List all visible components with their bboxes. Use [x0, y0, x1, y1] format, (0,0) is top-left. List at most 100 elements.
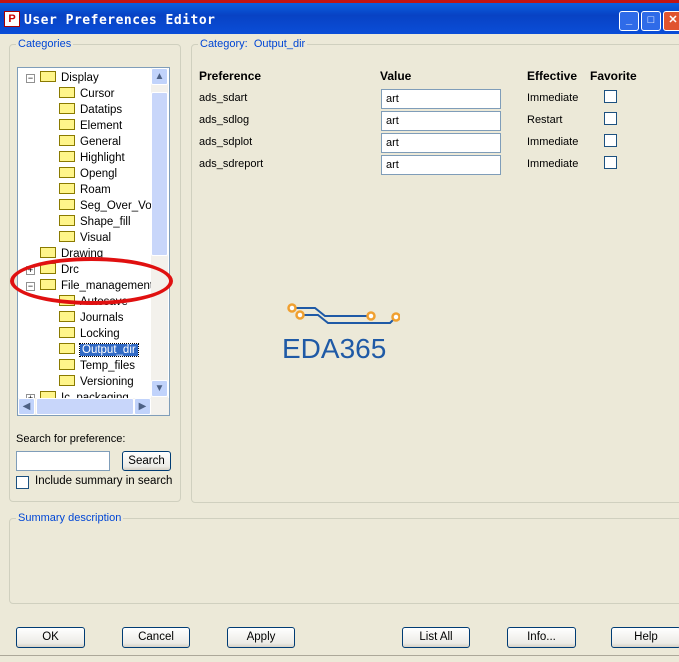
folder-icon	[59, 375, 75, 387]
value-input[interactable]	[381, 155, 501, 175]
folder-icon	[59, 311, 75, 323]
tree-node-label: Element	[80, 120, 123, 132]
tree-node[interactable]: Element	[59, 118, 122, 134]
tree-node-label: Seg_Over_Voi	[80, 200, 155, 212]
folder-icon	[59, 135, 75, 147]
tree-node[interactable]: Opengl	[59, 166, 117, 182]
tree-horizontal-scrollbar[interactable]: ◀ ▶	[18, 398, 169, 415]
tree-node[interactable]: Output_dir	[59, 342, 139, 358]
ok-button[interactable]: OK	[16, 627, 85, 648]
folder-icon	[59, 199, 75, 211]
close-button[interactable]: ✕	[663, 11, 679, 31]
tree-node-label: Display	[61, 72, 99, 84]
tree-node-label: Datatips	[80, 104, 123, 116]
preference-name: ads_sdlog	[199, 114, 250, 126]
hscroll-thumb[interactable]	[36, 398, 134, 415]
category-prefix: Category:	[200, 38, 248, 50]
tree-node[interactable]: Locking	[59, 326, 120, 342]
effective-value: Immediate	[527, 92, 579, 104]
column-header-value: Value	[380, 69, 412, 83]
value-input[interactable]	[381, 89, 501, 109]
tree-node-label: General	[80, 136, 121, 148]
category-title: Category: Output_dir	[198, 38, 308, 50]
folder-icon	[59, 343, 75, 355]
tree-node[interactable]: Journals	[59, 310, 123, 326]
tree-node-label: Cursor	[80, 88, 115, 100]
tree-node[interactable]: Datatips	[59, 102, 122, 118]
tree-node[interactable]: − Display	[26, 70, 99, 86]
favorite-checkbox[interactable]	[604, 134, 617, 147]
column-header-preference: Preference	[199, 69, 262, 83]
scroll-up-button[interactable]: ▲	[151, 68, 168, 85]
folder-icon	[59, 359, 75, 371]
scroll-left-button[interactable]: ◀	[18, 398, 35, 415]
tree-node[interactable]: Highlight	[59, 150, 125, 166]
value-input[interactable]	[381, 133, 501, 153]
cancel-button[interactable]: Cancel	[122, 627, 190, 648]
category-name: Output_dir	[253, 38, 306, 50]
tree-node-label: Journals	[80, 312, 124, 324]
category-tree[interactable]: − Display Cursor Datatips Element General High…	[17, 67, 170, 416]
scroll-thumb[interactable]	[151, 92, 168, 256]
info-button[interactable]: Info...	[507, 627, 576, 648]
list-all-button[interactable]: List All	[402, 627, 470, 648]
summary-group	[9, 518, 679, 604]
tree-node-label: Locking	[80, 328, 120, 340]
scroll-right-button[interactable]: ▶	[134, 398, 151, 415]
value-input[interactable]	[381, 111, 501, 131]
favorite-checkbox[interactable]	[604, 90, 617, 103]
preference-name: ads_sdreport	[199, 158, 264, 170]
include-summary-checkbox[interactable]	[16, 476, 29, 489]
title-bar[interactable]: P User Preferences Editor _ □ ✕	[0, 0, 679, 34]
column-header-favorite: Favorite	[590, 69, 637, 83]
folder-icon	[59, 327, 75, 339]
tree-node[interactable]: Seg_Over_Voi	[59, 198, 154, 214]
tree-node[interactable]: Roam	[59, 182, 111, 198]
include-summary-label: Include summary in search	[35, 475, 173, 487]
tree-node[interactable]: General	[59, 134, 121, 150]
search-label: Search for preference:	[16, 433, 126, 445]
favorite-checkbox[interactable]	[604, 156, 617, 169]
tree-node-label: Opengl	[80, 168, 118, 180]
eda365-logo: EDA365	[282, 303, 400, 362]
scroll-down-button[interactable]: ▼	[151, 380, 168, 397]
favorite-checkbox[interactable]	[604, 112, 617, 125]
tree-node-label: Shape_fill	[80, 216, 131, 228]
folder-icon	[59, 167, 75, 179]
help-button[interactable]: Help	[611, 627, 679, 648]
tree-node[interactable]: Cursor	[59, 86, 115, 102]
tree-node-label: Output_dir	[79, 343, 139, 357]
tree-vertical-scrollbar[interactable]: ▲ ▼	[151, 68, 168, 398]
effective-value: Immediate	[527, 136, 579, 148]
folder-icon	[59, 103, 75, 115]
folder-icon	[59, 119, 75, 131]
maximize-button[interactable]: □	[641, 11, 661, 31]
effective-value: Restart	[527, 114, 563, 126]
watermark-text: EDA365	[282, 333, 386, 362]
tree-node[interactable]: Visual	[59, 230, 111, 246]
folder-icon	[59, 151, 75, 163]
categories-label: Categories	[16, 38, 74, 50]
apply-button[interactable]: Apply	[227, 627, 295, 648]
tree-node-label: Roam	[80, 184, 111, 196]
search-button[interactable]: Search	[122, 451, 171, 471]
tree-node[interactable]: Versioning	[59, 374, 134, 390]
collapse-icon[interactable]: −	[26, 74, 35, 83]
tree-node[interactable]: Temp_files	[59, 358, 135, 374]
tree-node-label: Highlight	[80, 152, 125, 164]
annotation-ellipse	[10, 257, 173, 305]
summary-label: Summary description	[16, 512, 124, 524]
preference-name: ads_sdart	[199, 92, 248, 104]
effective-value: Immediate	[527, 158, 579, 170]
search-input[interactable]	[16, 451, 110, 471]
folder-icon	[59, 87, 75, 99]
column-header-effective: Effective	[527, 69, 578, 83]
minimize-button[interactable]: _	[619, 11, 639, 31]
folder-icon	[59, 215, 75, 227]
folder-icon	[40, 71, 56, 83]
tree-node[interactable]: Shape_fill	[59, 214, 131, 230]
tree-node-label: Versioning	[80, 376, 134, 388]
tree-node-label: Temp_files	[80, 360, 135, 372]
folder-icon	[59, 231, 75, 243]
tree-node-label: Visual	[80, 232, 112, 244]
